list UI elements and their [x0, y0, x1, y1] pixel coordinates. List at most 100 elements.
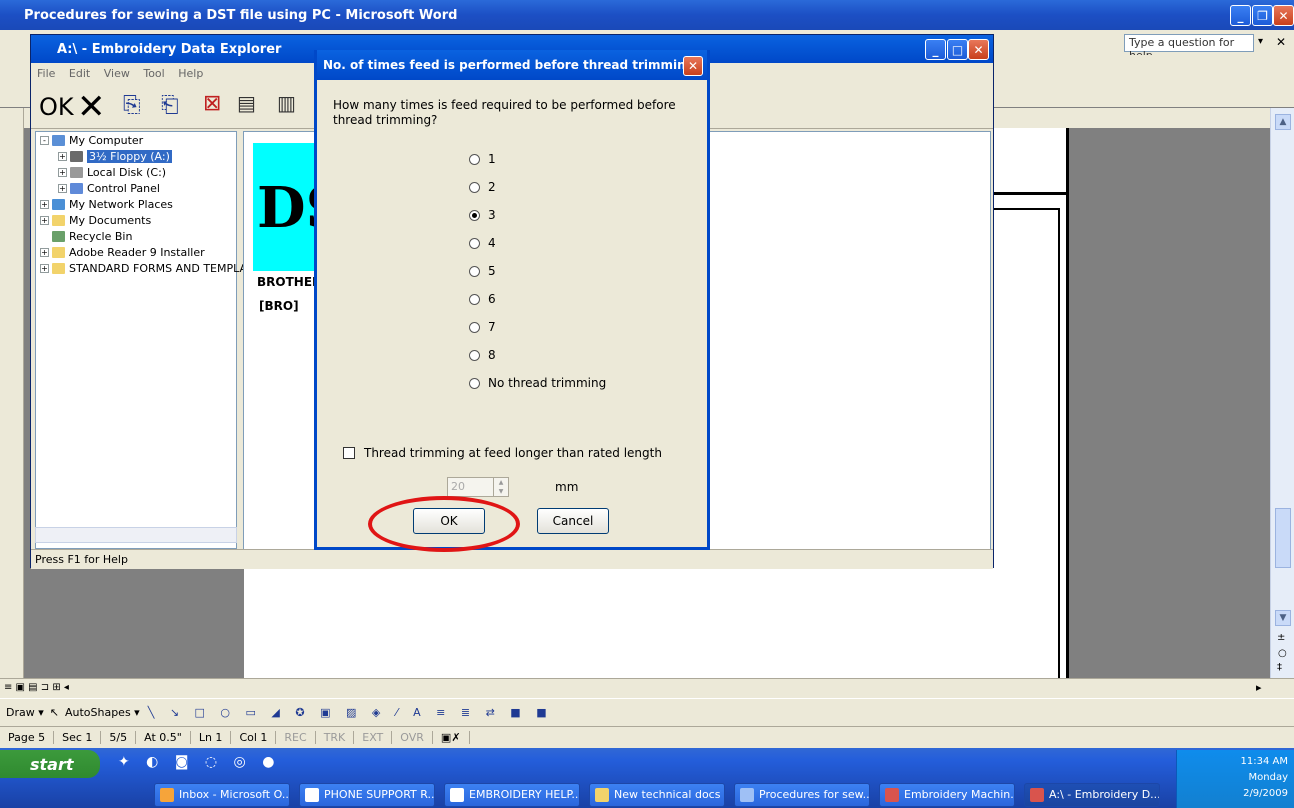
horizontal-scrollbar[interactable]: ≡ ▣ ▤ ⊐ ⊞ ◂ ▸: [0, 678, 1294, 698]
taskbar-item[interactable]: Inbox - Microsoft O...: [154, 783, 290, 807]
task-app-icon: [1030, 788, 1044, 802]
scroll-down-icon[interactable]: ▼: [1275, 610, 1291, 626]
drawing-tools-icon[interactable]: ╲ ↘ □ ○ ▭ ◢ ✪ ▣ ▨ ◈ ⁄ A ≡ ≣ ⇄ ■ ■: [148, 706, 553, 719]
expander-icon[interactable]: +: [58, 184, 67, 193]
expander-icon[interactable]: +: [40, 264, 49, 273]
view-buttons[interactable]: ≡ ▣ ▤ ⊐ ⊞ ◂: [4, 682, 69, 693]
radio-option[interactable]: 7: [469, 320, 496, 334]
taskbar-item[interactable]: A:\ - Embroidery D...: [1024, 783, 1160, 807]
autoshapes-menu[interactable]: AutoShapes ▾: [65, 706, 140, 719]
next-page-icon[interactable]: ‡: [1277, 662, 1282, 673]
tree-item[interactable]: + Control Panel: [58, 182, 160, 195]
explorer-statusbar: Press F1 for Help: [31, 549, 993, 569]
cancel-button[interactable]: Cancel: [537, 508, 609, 534]
expander-icon[interactable]: +: [40, 248, 49, 257]
task-app-icon: [595, 788, 609, 802]
tree-item-label: Adobe Reader 9 Installer: [69, 246, 205, 259]
menu-file[interactable]: File: [37, 67, 55, 80]
thread-trim-checkbox[interactable]: [343, 447, 355, 459]
taskbar-item[interactable]: PHONE SUPPORT R...: [299, 783, 435, 807]
paste-icon[interactable]: ⎗: [161, 93, 179, 118]
expander-icon[interactable]: +: [58, 168, 67, 177]
tree-item[interactable]: + My Network Places: [40, 198, 173, 211]
radio-circle[interactable]: [469, 321, 480, 333]
tree-item-label: My Documents: [69, 214, 152, 227]
tree-item[interactable]: + Adobe Reader 9 Installer: [40, 246, 205, 259]
delete-icon[interactable]: ⊠: [203, 91, 221, 116]
radio-option[interactable]: No thread trimming: [469, 376, 606, 390]
radio-option[interactable]: 8: [469, 348, 496, 362]
help-search-input[interactable]: Type a question for help: [1124, 34, 1254, 62]
tree-item[interactable]: - My Computer: [40, 134, 143, 147]
start-button[interactable]: start: [0, 750, 100, 778]
thread-trim-checkbox-row[interactable]: Thread trimming at feed longer than rate…: [343, 446, 662, 460]
radio-circle[interactable]: [469, 153, 480, 165]
cancel-toolbar-icon[interactable]: ✕: [77, 87, 106, 127]
help-dropdown-icon[interactable]: ▾: [1258, 36, 1263, 47]
radio-label: 3: [488, 208, 496, 222]
expander-icon[interactable]: +: [58, 152, 67, 161]
select-arrow-icon[interactable]: ↖: [50, 706, 59, 719]
ok-toolbar-button[interactable]: OK: [39, 93, 74, 121]
radio-option[interactable]: 6: [469, 292, 496, 306]
taskbar-item[interactable]: EMBROIDERY HELP...: [444, 783, 580, 807]
tree-item[interactable]: + Local Disk (C:): [58, 166, 166, 179]
radio-option[interactable]: 4: [469, 236, 496, 250]
radio-circle[interactable]: [469, 293, 480, 305]
tree-item[interactable]: + STANDARD FORMS AND TEMPLAT: [40, 262, 253, 275]
radio-option[interactable]: 1: [469, 152, 496, 166]
status-ovr[interactable]: OVR: [392, 731, 433, 744]
status-trk[interactable]: TRK: [316, 731, 355, 744]
radio-option[interactable]: 2: [469, 180, 496, 194]
word-minimize-button[interactable]: _: [1230, 5, 1251, 26]
menu-help[interactable]: Help: [178, 67, 203, 80]
explorer-maximize-button[interactable]: □: [947, 39, 968, 60]
radio-circle[interactable]: [469, 349, 480, 361]
copy-icon[interactable]: ⎘: [123, 93, 141, 118]
radio-circle[interactable]: [469, 209, 480, 221]
menu-view[interactable]: View: [104, 67, 130, 80]
close-document-icon[interactable]: ✕: [1276, 35, 1286, 49]
list-view-icon[interactable]: ▥: [277, 91, 296, 115]
status-ext[interactable]: EXT: [354, 731, 393, 744]
scroll-up-icon[interactable]: ▲: [1275, 114, 1291, 130]
rename-icon[interactable]: ▤: [237, 91, 256, 115]
expander-icon[interactable]: [40, 232, 49, 241]
tree-item[interactable]: +3½ Floppy (A:): [58, 150, 172, 163]
taskbar-item[interactable]: Procedures for sew...: [734, 783, 870, 807]
expander-icon[interactable]: +: [40, 200, 49, 209]
draw-menu[interactable]: Draw ▾: [6, 706, 44, 719]
folder-tree[interactable]: - My Computer +3½ Floppy (A:) + Local Disk (…: [35, 131, 253, 549]
radio-option[interactable]: 5: [469, 264, 496, 278]
menu-tool[interactable]: Tool: [143, 67, 164, 80]
status-rec[interactable]: REC: [276, 731, 316, 744]
radio-label: 6: [488, 292, 496, 306]
dialog-close-button[interactable]: ✕: [683, 56, 703, 76]
clock-time[interactable]: 11:34 AM: [1183, 754, 1288, 770]
radio-circle[interactable]: [469, 377, 480, 389]
word-restore-button[interactable]: ❐: [1252, 5, 1273, 26]
scroll-thumb[interactable]: [1275, 508, 1291, 568]
spelling-icon[interactable]: ▣✗: [433, 731, 470, 744]
word-close-button[interactable]: ✕: [1273, 5, 1294, 26]
radio-option[interactable]: 3: [469, 208, 496, 222]
explorer-minimize-button[interactable]: _: [925, 39, 946, 60]
tree-horizontal-scrollbar[interactable]: [35, 527, 237, 543]
quick-launch-icons[interactable]: ✦ ◐ ◙ ◌ ◎ ●: [118, 754, 280, 770]
vertical-scrollbar[interactable]: ▲ ▼ ± ○ ‡: [1270, 108, 1294, 678]
tree-item[interactable]: + My Documents: [40, 214, 151, 227]
expander-icon[interactable]: +: [40, 216, 49, 225]
radio-circle[interactable]: [469, 181, 480, 193]
radio-circle[interactable]: [469, 237, 480, 249]
expander-icon[interactable]: -: [40, 136, 49, 145]
select-browse-object-icon[interactable]: ○: [1278, 648, 1287, 659]
tree-item[interactable]: Recycle Bin: [40, 230, 132, 243]
radio-circle[interactable]: [469, 265, 480, 277]
taskbar-item[interactable]: New technical docs ...: [589, 783, 725, 807]
previous-page-icon[interactable]: ±: [1277, 632, 1285, 643]
taskbar-item[interactable]: Embroidery Machin...: [879, 783, 1015, 807]
explorer-close-button[interactable]: ✕: [968, 39, 989, 60]
menu-edit[interactable]: Edit: [69, 67, 90, 80]
scroll-right-icon[interactable]: ▸: [1256, 681, 1270, 695]
spin-arrows-icon[interactable]: ▲ ▼: [493, 478, 508, 496]
